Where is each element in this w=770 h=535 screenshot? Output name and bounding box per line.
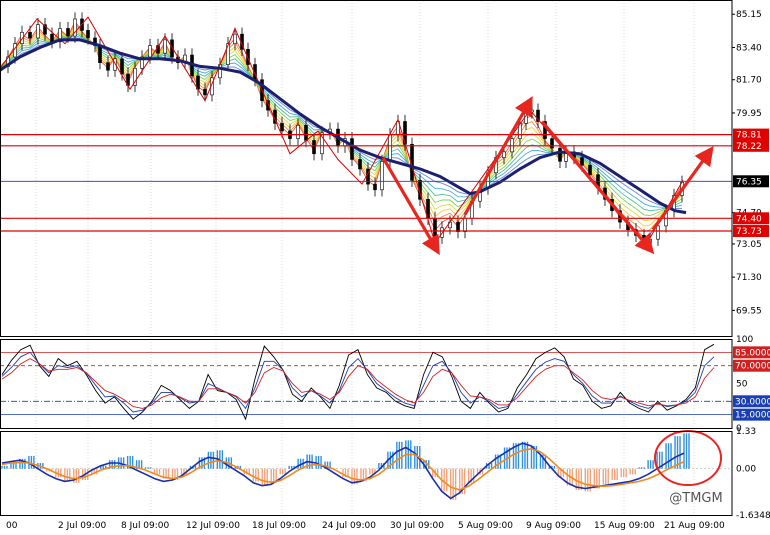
price-candle [656,225,660,240]
x-tick-label: 5 Aug 09:00 [458,521,513,531]
x-tick-label: 9 Aug 09:00 [526,521,581,531]
price-candle [28,31,32,39]
price-candle [358,159,362,170]
price-tag-label: 74.40 [736,214,762,224]
x-tick-label: 2 Jul 09:00 [58,521,107,531]
price-candle [98,45,102,63]
price-candle [588,164,592,175]
price-candle [388,134,392,162]
price-candle [433,218,437,238]
x-tick-label: 30 Jul 09:00 [390,521,444,531]
price-candle [380,161,384,191]
price-candle [120,58,124,75]
x-tick-label: 00 [6,521,18,531]
x-tick-label: 8 Jul 09:00 [121,521,170,531]
price-candle [280,123,284,132]
price-candle [312,140,316,155]
stoch-tag-label: 30.0000 [735,397,770,407]
price-tag-label: 76.35 [736,177,762,187]
price-candle [580,157,584,166]
price-tick-label: 79.95 [736,109,762,119]
price-tick-label: 71.30 [736,273,762,283]
price-candle [550,138,554,149]
price-tick-label: 73.05 [736,240,762,250]
macd-tick-label: 0.00 [736,465,756,475]
macd-tick-label: 1.33 [736,427,756,437]
price-candle [233,33,237,44]
stoch-tick-label: 100 [736,335,753,345]
stoch-tag-label: 85.0000 [735,348,770,358]
watermark-text: @TMGM [669,491,722,506]
stoch-tag-label: 70.0000 [735,362,770,372]
price-tick-label: 81.70 [736,76,762,86]
price-candle [36,24,40,39]
price-candle [304,124,308,141]
price-candle [463,218,467,232]
price-tag-label: 78.81 [736,131,762,141]
price-candle [163,39,167,54]
trading-chart: 85.1583.4081.7079.9578.8178.2276.3574.70… [0,0,770,535]
stoch-tick-label: 50 [736,380,748,390]
price-candle [86,30,90,39]
price-candle [350,138,354,160]
price-tick-label: 69.55 [736,306,762,316]
price-candle [50,33,54,43]
x-tick-label: 21 Aug 09:00 [664,521,725,531]
macd-tick-label: -1.6348 [736,511,770,521]
price-candle [106,62,110,71]
price-tag-label: 73.73 [736,227,762,237]
price-tick-label: 85.15 [736,10,762,20]
stoch-tag-label: 15.0000 [735,411,770,421]
price-tick-label: 83.40 [736,43,762,53]
price-tag-label: 78.22 [736,142,762,152]
price-candle [66,28,70,37]
price-candle [148,45,152,58]
price-candle [502,151,506,158]
x-tick-label: 18 Jul 09:00 [252,521,306,531]
x-tick-label: 12 Jul 09:00 [186,521,240,531]
price-candle [456,221,460,232]
price-candle [373,183,377,191]
price-candle [203,88,207,96]
x-tick-label: 15 Aug 09:00 [594,521,655,531]
price-candle [296,124,300,139]
x-tick-label: 24 Jul 09:00 [322,521,376,531]
price-candle [558,147,562,162]
